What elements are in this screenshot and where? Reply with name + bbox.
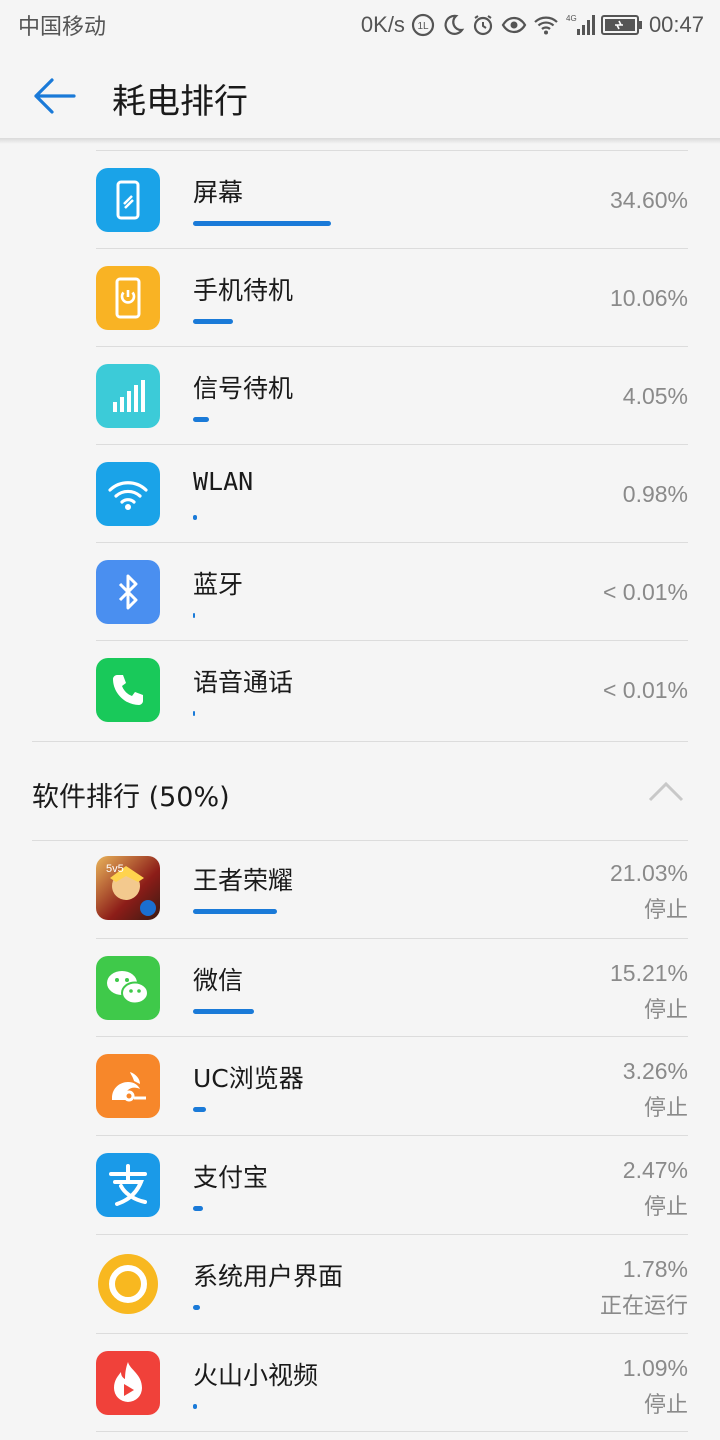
- eye-icon: [501, 16, 527, 34]
- bluetooth-icon: [96, 560, 160, 624]
- app-bar-divider: [0, 138, 720, 144]
- network-speed: 0K/s: [360, 12, 405, 37]
- network-type: 4G: [566, 14, 577, 23]
- app-name: 王者荣耀: [193, 866, 294, 895]
- usage-name: 屏幕: [193, 178, 244, 207]
- usage-bar: [193, 319, 233, 324]
- app-row-honor-of-kings[interactable]: 5v5 王者荣耀 21.03% 停止: [96, 839, 688, 937]
- usage-bar: [193, 515, 197, 520]
- app-percent: 1.09%: [622, 1355, 688, 1381]
- usage-bar: [193, 417, 209, 422]
- usage-bar: [193, 1107, 206, 1112]
- app-name: 微信: [193, 966, 244, 995]
- usage-row-wlan[interactable]: WLAN 0.98%: [96, 444, 688, 542]
- usage-name: 信号待机: [193, 374, 294, 403]
- app-name: 火山小视频: [193, 1361, 319, 1390]
- usage-row-screen[interactable]: 屏幕 34.60%: [96, 150, 688, 248]
- usage-row-voice-call[interactable]: 语音通话 < 0.01%: [96, 640, 688, 738]
- usage-percent: 10.06%: [609, 285, 688, 311]
- carrier-name: 中国移动: [18, 15, 107, 40]
- cell-signal-icon: 4G: [566, 14, 595, 35]
- usage-row-signal[interactable]: 信号待机 4.05%: [96, 346, 688, 444]
- usage-bar: [193, 1305, 200, 1310]
- phone-icon: [96, 658, 160, 722]
- moon-icon: [444, 14, 465, 35]
- wifi-icon: [96, 462, 160, 526]
- alarm-icon: [473, 15, 493, 36]
- usage-row-standby[interactable]: 手机待机 10.06%: [96, 248, 688, 346]
- usage-percent: 4.05%: [622, 383, 688, 409]
- usage-bar: [193, 613, 195, 618]
- app-percent: 21.03%: [609, 860, 688, 886]
- app-state: 正在运行: [599, 1294, 688, 1319]
- app-state: 停止: [643, 1195, 688, 1220]
- app-row-uc-browser[interactable]: UC浏览器 3.26% 停止: [96, 1036, 688, 1134]
- usage-row-bluetooth[interactable]: 蓝牙 < 0.01%: [96, 542, 688, 640]
- battery-charging-icon: [600, 15, 642, 35]
- usage-bar: [193, 711, 195, 716]
- app-state: 停止: [643, 898, 688, 923]
- list-divider: [96, 1431, 688, 1432]
- status-bar: 中国移动 0K/s 1L 4G 00:47: [0, 0, 720, 50]
- app-name: 支付宝: [193, 1163, 269, 1192]
- usage-name: WLAN: [193, 467, 254, 496]
- usage-name: 蓝牙: [193, 570, 244, 599]
- app-percent: 15.21%: [609, 960, 688, 986]
- section-title: 软件排行 (50%): [32, 782, 230, 813]
- app-row-alipay[interactable]: 支付宝 2.47% 停止: [96, 1135, 688, 1233]
- app-row-huoshan-video[interactable]: 火山小视频 1.09% 停止: [96, 1333, 688, 1431]
- wechat-icon: [96, 956, 160, 1020]
- data-saver-icon: 1L: [411, 13, 435, 37]
- app-state: 停止: [643, 998, 688, 1023]
- usage-percent: 34.60%: [609, 187, 688, 213]
- svg-text:1L: 1L: [417, 21, 429, 32]
- usage-name: 手机待机: [193, 276, 294, 305]
- usage-bar: [193, 221, 331, 226]
- huoshan-video-icon: [96, 1351, 160, 1415]
- usage-percent: < 0.01%: [602, 677, 688, 703]
- alipay-icon: [96, 1153, 160, 1217]
- app-row-wechat[interactable]: 微信 15.21% 停止: [96, 938, 688, 1036]
- usage-percent: < 0.01%: [602, 579, 688, 605]
- usage-bar: [193, 909, 277, 914]
- usage-name: 语音通话: [193, 668, 294, 697]
- back-arrow-icon[interactable]: [32, 76, 76, 116]
- app-percent: 1.78%: [622, 1256, 688, 1282]
- app-percent: 3.26%: [622, 1058, 688, 1084]
- clock: 00:47: [648, 12, 704, 37]
- app-state: 停止: [643, 1393, 688, 1418]
- power-icon: [96, 266, 160, 330]
- usage-bar: [193, 1404, 197, 1409]
- page-title: 耗电排行: [112, 82, 248, 122]
- app-row-system-ui[interactable]: 系统用户界面 1.78% 正在运行: [96, 1234, 688, 1332]
- chevron-up-icon[interactable]: [648, 780, 684, 802]
- svg-text:5v5: 5v5: [106, 863, 124, 875]
- wifi-status-icon: [534, 16, 558, 35]
- app-state: 停止: [643, 1096, 688, 1121]
- uc-browser-icon: [96, 1054, 160, 1118]
- usage-percent: 0.98%: [622, 481, 688, 507]
- software-ranking-header[interactable]: 软件排行 (50%): [32, 741, 688, 841]
- usage-bar: [193, 1009, 254, 1014]
- signal-icon: [96, 364, 160, 428]
- app-name: UC浏览器: [193, 1064, 304, 1093]
- system-ui-icon: [96, 1252, 160, 1316]
- app-percent: 2.47%: [622, 1157, 688, 1183]
- app-bar: 耗电排行: [0, 50, 720, 140]
- usage-bar: [193, 1206, 203, 1211]
- honor-of-kings-icon: 5v5: [96, 856, 160, 920]
- app-name: 系统用户界面: [193, 1262, 344, 1291]
- screen-icon: [96, 168, 160, 232]
